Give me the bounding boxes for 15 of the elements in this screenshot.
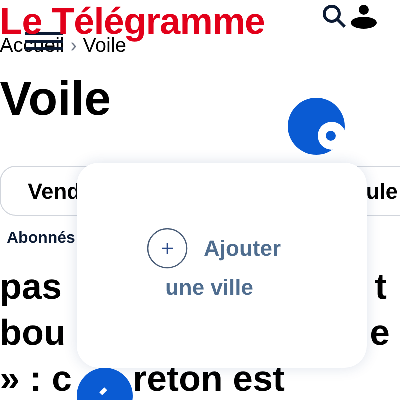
circle-drawing: [288, 98, 345, 155]
headline-fragment: bou: [0, 311, 66, 355]
add-icon[interactable]: [147, 228, 188, 268]
headline-fragment: t: [375, 265, 387, 309]
breadcrumb-separator: ›: [70, 36, 78, 56]
headline-fragment: e: [370, 311, 390, 355]
headline-fragment: pas: [0, 265, 62, 309]
search-icon[interactable]: [322, 4, 348, 30]
add-city-link[interactable]: Ajouter: [204, 232, 281, 264]
headline-fragment: reton est: [133, 357, 286, 400]
user-icon[interactable]: [350, 4, 378, 30]
page-title: Voile: [0, 76, 112, 124]
add-city-link[interactable]: une ville: [165, 270, 254, 304]
headline-fragment: » : c: [0, 357, 72, 400]
section-label: Abonnés: [7, 229, 76, 249]
